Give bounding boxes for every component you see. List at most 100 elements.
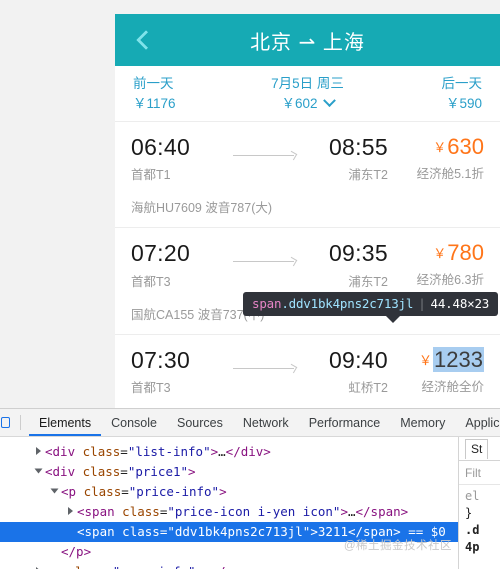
arrival-block: 08:55 浦东T2	[304, 134, 388, 183]
departure-airport: 首都T3	[131, 380, 171, 395]
dom-node-price1[interactable]: <div class="price1">	[0, 462, 458, 482]
arrival-time: 09:40	[328, 346, 388, 373]
styles-code-line-2: }	[465, 506, 473, 520]
departure-airport: 首都T1	[131, 168, 171, 183]
arrival-airport: 虹桥T2	[348, 380, 388, 395]
expand-triangle-icon[interactable]	[36, 447, 41, 455]
arrival-block: 09:35 浦东T2	[304, 240, 388, 289]
arrow-right-icon	[227, 257, 304, 267]
dom-tag: span	[84, 524, 115, 539]
tooltip-dimensions: 44.48×23	[430, 296, 490, 311]
chevron-left-icon	[135, 30, 156, 50]
dom-attr: class	[122, 524, 160, 539]
dom-tag: span	[84, 504, 115, 519]
flight-summary: 07:20 首都T3 09:35 浦东T2 ￥780 经济舱6.3折	[131, 240, 484, 289]
route-arrowhead	[287, 150, 298, 161]
arrival-airport: 浦东T2	[348, 168, 388, 183]
price-value: 630	[447, 134, 484, 159]
dom-close-tag: </div>	[225, 444, 271, 459]
dom-attr: class	[68, 564, 106, 569]
dom-ellipsis: …	[218, 444, 226, 459]
flight-price-selected: ￥1233	[388, 346, 484, 372]
dom-attr-value: "list-info"	[127, 444, 211, 459]
chevron-down-icon[interactable]	[322, 94, 336, 107]
collapse-triangle-icon[interactable]	[50, 488, 59, 494]
flight-info: 海航HU7609 波音787(大)	[131, 201, 273, 216]
dom-attr: class	[82, 464, 121, 479]
dom-attr-value: "ddv1bk4pns2c713jl"	[167, 524, 311, 539]
dom-tag: div	[52, 444, 76, 459]
next-day-button[interactable]: 后一天 ￥590	[366, 74, 482, 113]
yen-icon: ￥	[419, 352, 433, 368]
prev-day-button[interactable]: 前一天 ￥1176	[133, 74, 249, 113]
arrow-right-icon	[227, 363, 304, 373]
dom-attr-value: "price-icon i-yen icon"	[167, 504, 341, 519]
arrival-block: 09:40 虹桥T2	[304, 346, 388, 396]
mobile-viewport: 北京 ⇀ 上海 前一天 ￥1176 7月5日 周三 ￥602 后一天 ￥590	[115, 14, 500, 408]
dom-ellipsis: …	[203, 564, 211, 569]
toolbar-divider	[20, 415, 21, 430]
price-value-highlighted[interactable]: 1233	[433, 346, 484, 372]
arrow-right-icon	[227, 150, 304, 161]
date-navigation-bar: 前一天 ￥1176 7月5日 周三 ￥602 后一天 ￥590	[115, 66, 500, 122]
prev-day-price: ￥1176	[133, 95, 176, 111]
route-bar	[233, 155, 294, 156]
dom-node-price-info[interactable]: <p class="price-info">	[0, 482, 458, 502]
tab-styles[interactable]: St	[465, 438, 489, 459]
tooltip-tag-name: span	[252, 296, 282, 311]
expand-triangle-icon[interactable]	[68, 507, 73, 515]
tab-performance[interactable]: Performance	[299, 409, 391, 436]
page-title: 北京 ⇀ 上海	[250, 31, 365, 54]
dom-node-more-info[interactable]: <p class="more-info">…</p>	[0, 562, 458, 569]
dom-tag: p	[68, 484, 77, 499]
departure-time: 07:30	[131, 346, 191, 373]
dom-attr-value: "price1"	[127, 464, 189, 479]
screenshot-root: 北京 ⇀ 上海 前一天 ￥1176 7月5日 周三 ￥602 后一天 ￥590	[0, 0, 500, 569]
flight-list-item[interactable]: 06:40 首都T1 08:55 浦东T2 ￥630 经济舱5.1折 海航HU7…	[115, 122, 500, 229]
route-connector	[227, 348, 304, 373]
yen-icon: ￥	[433, 140, 447, 155]
flight-list-item[interactable]: 07:30 首都T3 09:40 虹桥T2 ￥1233 经济舱全价	[115, 334, 500, 408]
dom-node-list-info[interactable]: <div class="list-info">…</div>	[0, 442, 458, 462]
tab-network[interactable]: Network	[233, 409, 299, 436]
route-arrowhead	[287, 363, 298, 373]
price-block[interactable]: ￥630 经济舱5.1折	[388, 134, 484, 182]
inspect-cursor-glyph	[0, 417, 10, 428]
dom-attr: class	[122, 504, 160, 519]
tab-elements[interactable]: Elements	[29, 409, 101, 436]
departure-time: 06:40	[131, 134, 191, 160]
tab-application[interactable]: Applicat	[455, 409, 500, 436]
styles-tabrow: St	[459, 437, 500, 461]
flight-list-item[interactable]: 07:20 首都T3 09:35 浦东T2 ￥780 经济舱6.3折 国航CA1…	[115, 228, 500, 335]
current-day-label: 7月5日 周三	[271, 75, 344, 91]
dom-ellipsis: …	[347, 504, 356, 519]
price-block[interactable]: ￥1233 经济舱全价	[388, 346, 484, 395]
route-bar	[233, 261, 294, 263]
styles-code-line-4: 4p	[465, 540, 480, 554]
styles-filter-input[interactable]: Filt	[459, 461, 500, 485]
departure-block: 07:20 首都T3	[131, 240, 227, 289]
cabin-class: 经济舱6.3折	[416, 273, 484, 288]
dom-close-tag: </p>	[61, 544, 92, 559]
tab-sources[interactable]: Sources	[167, 409, 233, 436]
current-day-selector[interactable]: 7月5日 周三 ￥602	[249, 74, 365, 113]
departure-airport: 首都T3	[131, 274, 171, 289]
inspector-tooltip: span.ddv1bk4pns2c713jl | 44.48×23	[243, 292, 499, 323]
cabin-class: 经济舱全价	[421, 379, 484, 394]
flight-summary: 07:30 首都T3 09:40 虹桥T2 ￥1233 经济舱全价	[131, 346, 484, 396]
price-block[interactable]: ￥780 经济舱6.3折	[388, 241, 484, 288]
back-button[interactable]	[115, 14, 171, 66]
collapse-triangle-icon[interactable]	[34, 468, 43, 474]
inspect-cursor-icon[interactable]	[0, 409, 14, 436]
dom-tag: p	[53, 564, 61, 569]
departure-block: 07:30 首都T3	[131, 346, 227, 396]
next-day-label: 后一天	[441, 75, 482, 91]
dom-attr-value: "price-info"	[128, 484, 220, 499]
tab-memory[interactable]: Memory	[390, 409, 455, 436]
devtools-panel: Elements Console Sources Network Perform…	[0, 408, 500, 569]
price-value: 780	[447, 240, 484, 266]
tab-console[interactable]: Console	[101, 409, 167, 436]
departure-time: 07:20	[131, 240, 191, 267]
arrival-time: 08:55	[328, 134, 388, 160]
dom-node-price-icon[interactable]: <span class="price-icon i-yen icon">…</s…	[0, 502, 458, 522]
